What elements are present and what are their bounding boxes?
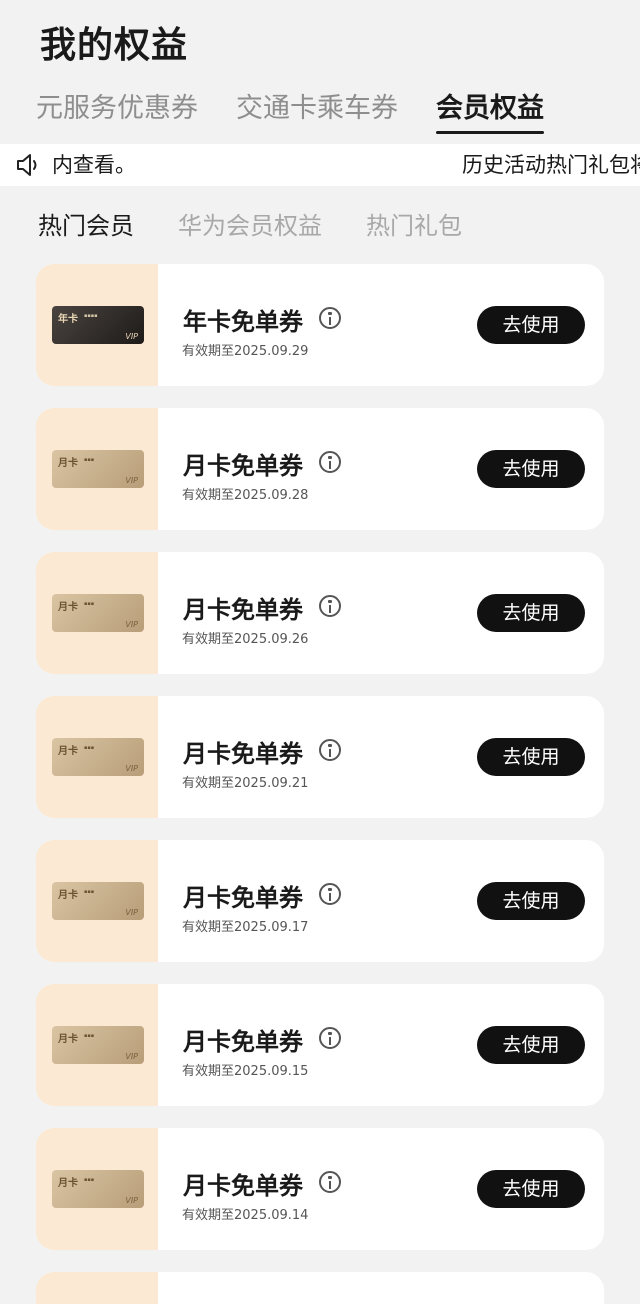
coupon-title: 月卡免单券 <box>183 596 303 624</box>
card-thumbnail: 月卡 ▪▪▪ VIP <box>36 696 158 818</box>
vip-card-image: 月卡 ▪▪▪ VIP <box>52 450 144 488</box>
card-thumbnail: 月卡 ▪▪▪ VIP <box>36 840 158 962</box>
vip-card-sub: ▪▪▪ <box>84 601 95 607</box>
vip-card-sub: ▪▪▪ <box>84 745 95 751</box>
tab-service-coupons[interactable]: 元服务优惠券 <box>36 90 198 134</box>
info-icon[interactable] <box>319 595 341 617</box>
notice-text-continued: 历史活动热门礼包将 <box>462 153 640 177</box>
vip-card-title: 月卡 <box>58 890 78 901</box>
card-thumbnail: 月卡 ▪▪▪ VIP <box>36 1128 158 1250</box>
coupon-card: 月卡 ▪▪▪ VIP 月卡免单券 有效期至2025.09.14 去使用 <box>36 1128 604 1250</box>
sub-tabs: 热门会员 华为会员权益 热门礼包 <box>38 206 462 241</box>
speaker-icon <box>17 154 37 176</box>
card-thumbnail <box>36 1272 158 1304</box>
vip-card-brand: VIP <box>125 908 138 917</box>
coupon-expiry: 有效期至2025.09.15 <box>182 1064 309 1079</box>
coupon-title: 月卡免单券 <box>183 1028 303 1056</box>
vip-card-image: 月卡 ▪▪▪ VIP <box>52 738 144 776</box>
vip-card-title: 月卡 <box>58 602 78 613</box>
subtab-hot-members[interactable]: 热门会员 <box>38 206 134 241</box>
coupon-title: 月卡免单券 <box>183 884 303 912</box>
vip-card-brand: VIP <box>125 332 138 341</box>
vip-card-title: 月卡 <box>58 458 78 469</box>
vip-card-sub: ▪▪▪ <box>84 457 95 463</box>
card-thumbnail: 年卡 ▪▪▪▪ VIP <box>36 264 158 386</box>
info-icon[interactable] <box>319 1027 341 1049</box>
vip-card-sub: ▪▪▪ <box>84 1177 95 1183</box>
vip-card-sub: ▪▪▪ <box>84 889 95 895</box>
main-tabs: 元服务优惠券 交通卡乘车券 会员权益 <box>36 90 640 134</box>
card-thumbnail: 月卡 ▪▪▪ VIP <box>36 552 158 674</box>
vip-card-title: 月卡 <box>58 1034 78 1045</box>
use-button[interactable]: 去使用 <box>477 1170 585 1208</box>
use-button[interactable]: 去使用 <box>477 306 585 344</box>
card-thumbnail: 月卡 ▪▪▪ VIP <box>36 408 158 530</box>
info-icon[interactable] <box>319 307 341 329</box>
coupon-title: 月卡免单券 <box>183 452 303 480</box>
coupon-card: 年卡 ▪▪▪▪ VIP 年卡免单券 有效期至2025.09.29 去使用 <box>36 264 604 386</box>
coupon-expiry: 有效期至2025.09.28 <box>182 488 309 503</box>
coupon-card: 月卡 ▪▪▪ VIP 月卡免单券 有效期至2025.09.17 去使用 <box>36 840 604 962</box>
coupon-card-partial <box>36 1272 604 1304</box>
vip-card-image: 月卡 ▪▪▪ VIP <box>52 594 144 632</box>
use-button[interactable]: 去使用 <box>477 1026 585 1064</box>
coupon-expiry: 有效期至2025.09.26 <box>182 632 309 647</box>
coupon-expiry: 有效期至2025.09.14 <box>182 1208 309 1223</box>
vip-card-brand: VIP <box>125 764 138 773</box>
coupon-card: 月卡 ▪▪▪ VIP 月卡免单券 有效期至2025.09.21 去使用 <box>36 696 604 818</box>
info-icon[interactable] <box>319 451 341 473</box>
coupon-card: 月卡 ▪▪▪ VIP 月卡免单券 有效期至2025.09.28 去使用 <box>36 408 604 530</box>
coupon-title: 月卡免单券 <box>183 740 303 768</box>
card-thumbnail: 月卡 ▪▪▪ VIP <box>36 984 158 1106</box>
vip-card-brand: VIP <box>125 1052 138 1061</box>
vip-card-image: 月卡 ▪▪▪ VIP <box>52 1170 144 1208</box>
tab-member-benefits[interactable]: 会员权益 <box>436 90 544 134</box>
vip-card-image: 月卡 ▪▪▪ VIP <box>52 882 144 920</box>
vip-card-title: 年卡 <box>58 314 78 325</box>
coupon-title: 年卡免单券 <box>183 308 303 336</box>
vip-card-title: 月卡 <box>58 746 78 757</box>
tab-transit-coupons[interactable]: 交通卡乘车券 <box>236 90 398 134</box>
page-title: 我的权益 <box>40 25 189 66</box>
vip-card-sub: ▪▪▪ <box>84 1033 95 1039</box>
coupon-expiry: 有效期至2025.09.21 <box>182 776 309 791</box>
info-icon[interactable] <box>319 883 341 905</box>
vip-card-brand: VIP <box>125 476 138 485</box>
vip-card-brand: VIP <box>125 1196 138 1205</box>
subtab-huawei-member-benefits[interactable]: 华为会员权益 <box>178 206 322 241</box>
use-button[interactable]: 去使用 <box>477 882 585 920</box>
subtab-hot-gift-packs[interactable]: 热门礼包 <box>366 206 462 241</box>
info-icon[interactable] <box>319 1171 341 1193</box>
use-button[interactable]: 去使用 <box>477 594 585 632</box>
use-button[interactable]: 去使用 <box>477 450 585 488</box>
use-button[interactable]: 去使用 <box>477 738 585 776</box>
notice-bar[interactable]: 内查看。 历史活动热门礼包将 <box>0 144 640 186</box>
vip-card-image: 年卡 ▪▪▪▪ VIP <box>52 306 144 344</box>
notice-text: 内查看。 <box>52 153 136 177</box>
vip-card-title: 月卡 <box>58 1178 78 1189</box>
vip-card-brand: VIP <box>125 620 138 629</box>
coupon-card: 月卡 ▪▪▪ VIP 月卡免单券 有效期至2025.09.26 去使用 <box>36 552 604 674</box>
vip-card-image: 月卡 ▪▪▪ VIP <box>52 1026 144 1064</box>
coupon-expiry: 有效期至2025.09.17 <box>182 920 309 935</box>
coupon-card: 月卡 ▪▪▪ VIP 月卡免单券 有效期至2025.09.15 去使用 <box>36 984 604 1106</box>
vip-card-sub: ▪▪▪▪ <box>84 313 98 319</box>
coupon-expiry: 有效期至2025.09.29 <box>182 344 309 359</box>
info-icon[interactable] <box>319 739 341 761</box>
coupon-title: 月卡免单券 <box>183 1172 303 1200</box>
